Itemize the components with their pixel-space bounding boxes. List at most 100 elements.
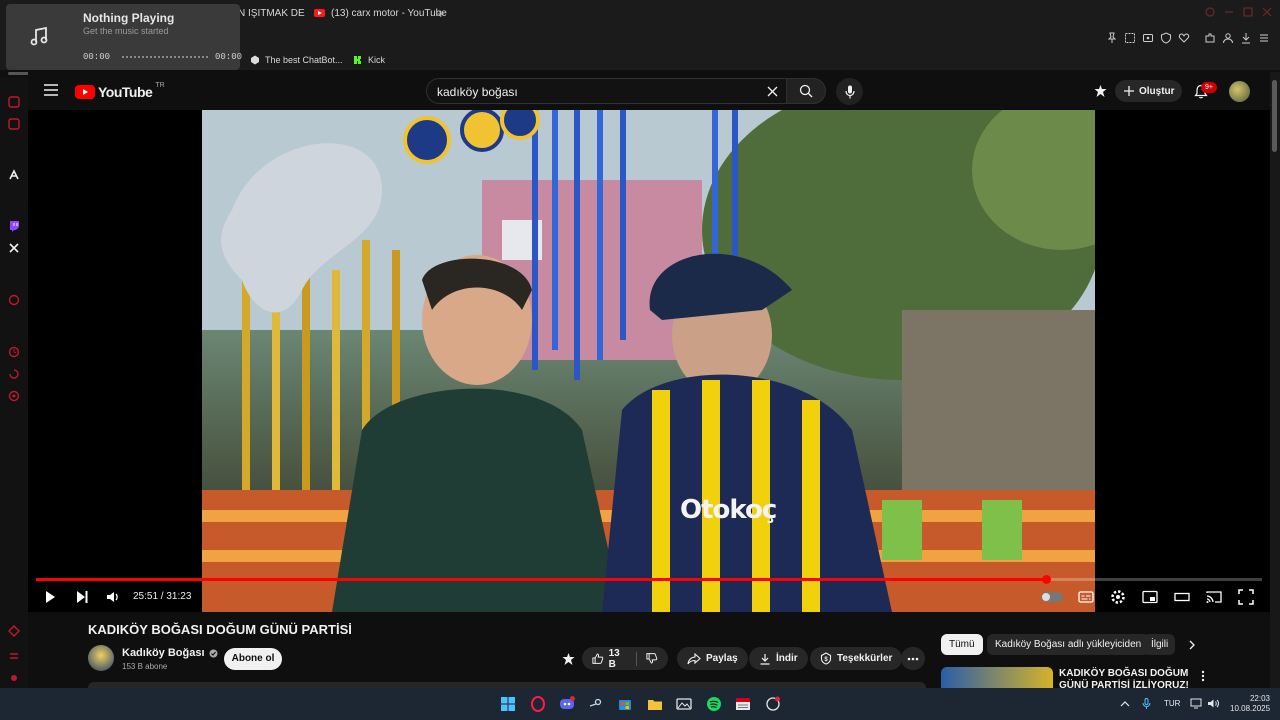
thanks-button[interactable]: $ Teşekkürler xyxy=(810,647,903,670)
channel-name-label: Kadıköy Boğası xyxy=(122,647,205,659)
clock[interactable]: 22:03 10.08.2025 xyxy=(1230,694,1270,714)
plus-icon: + xyxy=(437,5,445,21)
profile-icon[interactable] xyxy=(1222,32,1234,44)
search-query: kadıköy boğası xyxy=(437,85,518,99)
history-icon[interactable] xyxy=(8,346,20,358)
create-label: Oluştur xyxy=(1139,85,1175,97)
play-icon[interactable] xyxy=(42,589,58,605)
chip-from-uploader[interactable]: Kadıköy Boğası adlı yükleyiciden xyxy=(987,634,1150,655)
sidebar-app-icon[interactable] xyxy=(8,368,20,380)
clock-date: 10.08.2025 xyxy=(1230,704,1271,713)
news-app-icon[interactable] xyxy=(735,696,751,712)
opera-gx-icon[interactable] xyxy=(530,696,546,712)
create-button[interactable]: Oluştur xyxy=(1115,80,1182,102)
youtube-logo[interactable]: YouTube TR xyxy=(75,82,165,100)
settings-gear-icon[interactable] xyxy=(1110,589,1126,605)
music-widget[interactable]: Nothing Playing Get the music started 00… xyxy=(6,4,242,70)
windows-start-icon[interactable] xyxy=(500,696,516,712)
cast-icon[interactable] xyxy=(1206,589,1222,605)
youtube-favicon-icon xyxy=(314,9,325,17)
browser-tab[interactable]: N IŞITMAK DE xyxy=(238,4,305,22)
menu-icon[interactable] xyxy=(1258,32,1270,44)
download-label: İndir xyxy=(776,653,798,664)
verified-badge-icon xyxy=(209,649,218,657)
file-explorer-icon[interactable] xyxy=(647,696,663,712)
sidebar-app-icon[interactable] xyxy=(8,672,20,684)
music-artwork xyxy=(6,4,72,70)
network-icon[interactable] xyxy=(1190,698,1202,709)
bookmark-label: Kick xyxy=(368,55,386,65)
more-actions-button[interactable] xyxy=(901,647,925,670)
sidebar-app-icon[interactable] xyxy=(8,118,20,130)
music-seek-bar[interactable] xyxy=(122,56,208,58)
steam-icon[interactable] xyxy=(588,696,604,712)
language-indicator[interactable]: TUR xyxy=(1164,699,1180,708)
sidebar-aria-icon[interactable] xyxy=(8,169,20,181)
chevron-right-icon[interactable] xyxy=(1188,640,1196,650)
dislike-thumb-icon[interactable] xyxy=(646,652,658,665)
like-count: 13 B xyxy=(608,647,620,670)
chip-all[interactable]: Tümü xyxy=(941,634,983,655)
youtube-logo-icon xyxy=(75,85,95,99)
heart-icon[interactable] xyxy=(1178,32,1190,44)
account-avatar[interactable] xyxy=(1229,81,1250,102)
video-frame[interactable]: Otokoç xyxy=(202,110,1095,612)
theater-mode-icon[interactable] xyxy=(1174,589,1190,605)
video-progress-bar[interactable] xyxy=(36,578,1262,581)
bookmark-chatbot[interactable]: The best ChatBot... xyxy=(250,53,343,67)
search-input[interactable]: kadıköy boğası xyxy=(426,78,786,104)
browser-tab-youtube[interactable]: (13) carx motor - YouTube xyxy=(314,4,447,22)
spotify-icon[interactable] xyxy=(706,696,722,712)
app-icon[interactable] xyxy=(765,696,781,712)
window-controls[interactable] xyxy=(1205,6,1275,18)
autoplay-toggle[interactable] xyxy=(1041,592,1063,602)
fullscreen-icon[interactable] xyxy=(1238,589,1254,605)
clock-time: 22:03 xyxy=(1249,694,1270,703)
download-button[interactable]: İndir xyxy=(749,647,808,670)
twitch-icon[interactable] xyxy=(8,220,20,232)
premium-star-icon[interactable] xyxy=(561,652,576,666)
sidebar-app-icon[interactable] xyxy=(8,294,20,306)
music-subtitle: Get the music started xyxy=(83,26,169,36)
region-code: TR xyxy=(155,82,165,89)
search-button[interactable] xyxy=(786,78,826,104)
more-vertical-icon[interactable] xyxy=(1201,670,1205,682)
subscribe-button[interactable]: Abone ol xyxy=(224,648,282,670)
hamburger-menu-icon[interactable] xyxy=(44,84,58,96)
x-twitter-icon[interactable] xyxy=(8,242,20,254)
discord-icon[interactable] xyxy=(559,696,575,712)
subtitles-icon[interactable] xyxy=(1078,589,1094,605)
vpn-icon[interactable] xyxy=(1160,32,1172,44)
voice-search-button[interactable] xyxy=(836,78,863,105)
channel-name[interactable]: Kadıköy Boğası xyxy=(122,647,218,659)
tray-microphone-icon[interactable] xyxy=(1142,698,1151,710)
new-tab-button[interactable]: + xyxy=(437,4,445,22)
sidebar-app-icon[interactable] xyxy=(8,96,20,108)
sidebar-app-icon[interactable] xyxy=(8,650,20,662)
share-button[interactable]: Paylaş xyxy=(677,647,748,670)
video-time: 25:51 / 31:23 xyxy=(133,591,192,602)
scrollbar-thumb[interactable] xyxy=(1272,80,1277,152)
channel-avatar[interactable] xyxy=(88,645,114,671)
premium-extension-icon[interactable] xyxy=(1093,84,1108,98)
video-progress-fill xyxy=(36,578,1047,581)
photos-icon[interactable] xyxy=(676,696,692,712)
tray-chevron-up-icon[interactable] xyxy=(1120,700,1130,708)
like-thumb-icon[interactable] xyxy=(592,652,604,665)
clear-search-icon[interactable] xyxy=(767,86,778,97)
screenshot-icon[interactable] xyxy=(1124,32,1136,44)
download-icon[interactable] xyxy=(1240,32,1252,44)
volume-icon[interactable] xyxy=(105,589,121,605)
extensions-icon[interactable] xyxy=(1204,32,1216,44)
miniplayer-icon[interactable] xyxy=(1142,589,1158,605)
bookmark-kick[interactable]: Kick xyxy=(353,53,385,67)
next-video-icon[interactable] xyxy=(74,589,90,605)
wallet-icon[interactable] xyxy=(1142,32,1154,44)
pin-icon[interactable] xyxy=(1106,32,1118,44)
microsoft-store-icon[interactable] xyxy=(617,696,633,712)
chip-related[interactable]: İlgili xyxy=(1143,634,1175,655)
page-scrollbar[interactable] xyxy=(1270,72,1280,688)
sidebar-app-icon[interactable] xyxy=(8,625,20,637)
settings-icon[interactable] xyxy=(8,390,20,402)
speaker-icon[interactable] xyxy=(1207,698,1219,709)
